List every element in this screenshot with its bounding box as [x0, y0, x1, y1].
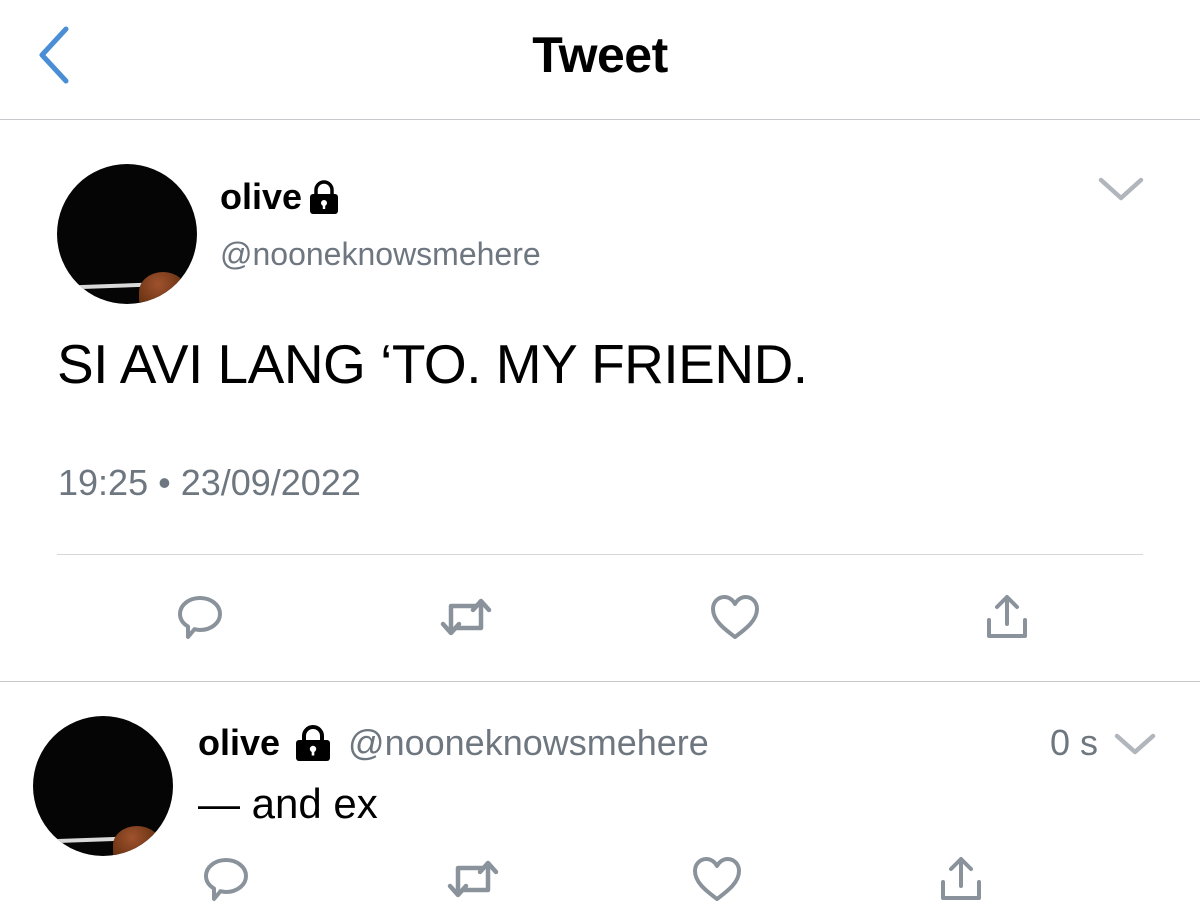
avatar-detail [74, 282, 146, 290]
share-button[interactable] [931, 849, 991, 909]
avatar[interactable] [57, 164, 197, 304]
reply-button[interactable] [196, 849, 256, 909]
display-name-row[interactable]: olive [220, 176, 342, 218]
like-icon [693, 857, 741, 901]
chevron-down-icon [1098, 177, 1144, 201]
reply-button[interactable] [170, 587, 230, 647]
share-button[interactable] [977, 587, 1037, 647]
share-icon [941, 857, 981, 900]
user-handle[interactable]: @nooneknowsmehere [348, 722, 709, 764]
share-icon [987, 595, 1027, 638]
like-button[interactable] [687, 849, 747, 909]
lock-icon [310, 180, 339, 214]
tweet-text: SI AVI LANG ‘TO. MY FRIEND. [57, 333, 808, 395]
reply-icon [204, 858, 248, 901]
chevron-down-icon [1114, 733, 1156, 755]
tweet-menu-button[interactable] [1096, 172, 1146, 206]
like-button[interactable] [705, 587, 765, 647]
main-tweet: olive @nooneknowsmehere SI AVI LANG ‘TO.… [0, 120, 1200, 682]
display-name: olive [220, 176, 303, 217]
reply-header: olive @nooneknowsmehere [198, 722, 709, 764]
retweet-button[interactable] [443, 849, 503, 909]
retweet-icon [440, 598, 492, 636]
divider [57, 554, 1143, 555]
avatar-detail [139, 272, 187, 304]
tweet-text: — and ex [198, 780, 378, 827]
page-title: Tweet [532, 27, 668, 83]
like-icon [711, 595, 759, 639]
user-handle[interactable]: @nooneknowsmehere [220, 236, 541, 273]
tweet-menu-button[interactable] [1112, 728, 1158, 760]
lock-icon [296, 725, 331, 761]
nav-header: Tweet [0, 0, 1200, 120]
retweet-button[interactable] [436, 587, 496, 647]
tweet-timestamp: 19:25 • 23/09/2022 [58, 462, 361, 503]
reply-icon [178, 596, 222, 639]
reply-time: 0 s [1050, 722, 1099, 763]
avatar-detail [50, 836, 122, 844]
display-name[interactable]: olive [198, 722, 280, 764]
reply-tweet[interactable]: olive @nooneknowsmehere 0 s — and ex [0, 682, 1200, 920]
avatar[interactable] [33, 716, 173, 856]
retweet-icon [447, 860, 499, 898]
avatar-detail [113, 826, 161, 856]
